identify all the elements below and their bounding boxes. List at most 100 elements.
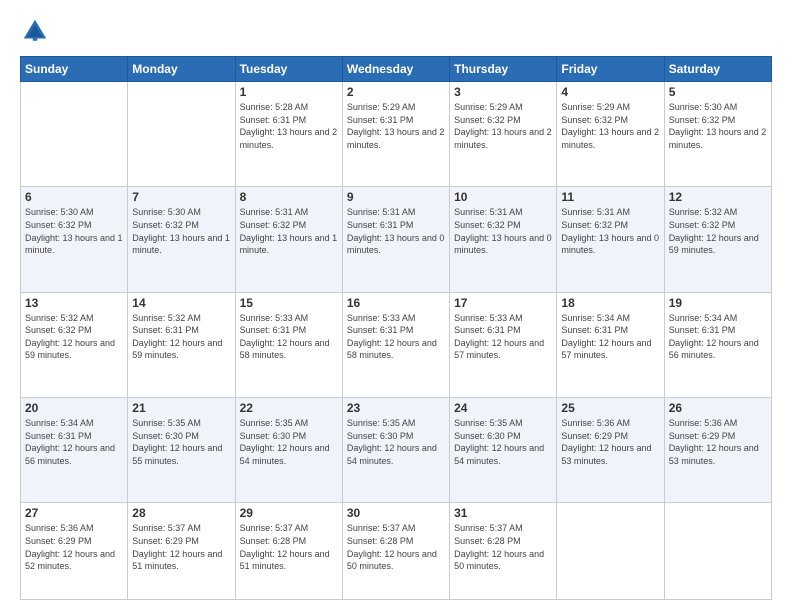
day-number: 17: [454, 296, 552, 310]
logo-icon: [20, 16, 50, 46]
day-info: Sunrise: 5:37 AMSunset: 6:28 PMDaylight:…: [454, 522, 552, 572]
day-info: Sunrise: 5:29 AMSunset: 6:32 PMDaylight:…: [454, 101, 552, 151]
day-number: 31: [454, 506, 552, 520]
day-info: Sunrise: 5:36 AMSunset: 6:29 PMDaylight:…: [25, 522, 123, 572]
day-info: Sunrise: 5:34 AMSunset: 6:31 PMDaylight:…: [25, 417, 123, 467]
calendar-cell: 4Sunrise: 5:29 AMSunset: 6:32 PMDaylight…: [557, 82, 664, 187]
day-number: 18: [561, 296, 659, 310]
day-info: Sunrise: 5:29 AMSunset: 6:31 PMDaylight:…: [347, 101, 445, 151]
calendar-cell: 21 Sunrise: 5:35 AMSunset: 6:30 PMDayligh…: [128, 398, 235, 503]
weekday-header-friday: Friday: [557, 57, 664, 82]
day-info: Sunrise: 5:35 AMSunset: 6:30 PMDaylight:…: [454, 417, 552, 467]
week-row-0: 1Sunrise: 5:28 AMSunset: 6:31 PMDaylight…: [21, 82, 772, 187]
header: [20, 16, 772, 46]
calendar-cell: 8 Sunrise: 5:31 AMSunset: 6:32 PMDaylight…: [235, 187, 342, 292]
day-info: Sunrise: 5:37 AMSunset: 6:28 PMDaylight:…: [240, 522, 338, 572]
calendar-cell: 13 Sunrise: 5:32 AMSunset: 6:32 PMDayligh…: [21, 292, 128, 397]
day-number: 21: [132, 401, 230, 415]
calendar-cell: 9Sunrise: 5:31 AMSunset: 6:31 PMDaylight…: [342, 187, 449, 292]
day-number: 23: [347, 401, 445, 415]
day-number: 13: [25, 296, 123, 310]
day-number: 25: [561, 401, 659, 415]
day-info: Sunrise: 5:35 AMSunset: 6:30 PMDaylight:…: [240, 417, 338, 467]
week-row-4: 27 Sunrise: 5:36 AMSunset: 6:29 PMDayligh…: [21, 503, 772, 600]
day-number: 11: [561, 190, 659, 204]
calendar-cell: 19Sunrise: 5:34 AMSunset: 6:31 PMDayligh…: [664, 292, 771, 397]
weekday-header-saturday: Saturday: [664, 57, 771, 82]
day-info: Sunrise: 5:36 AMSunset: 6:29 PMDaylight:…: [669, 417, 767, 467]
calendar-cell: 15 Sunrise: 5:33 AMSunset: 6:31 PMDayligh…: [235, 292, 342, 397]
day-info: Sunrise: 5:35 AMSunset: 6:30 PMDaylight:…: [347, 417, 445, 467]
calendar: SundayMondayTuesdayWednesdayThursdayFrid…: [20, 56, 772, 600]
calendar-cell: 29Sunrise: 5:37 AMSunset: 6:28 PMDayligh…: [235, 503, 342, 600]
day-info: Sunrise: 5:31 AMSunset: 6:32 PMDaylight:…: [561, 206, 659, 256]
weekday-header-row: SundayMondayTuesdayWednesdayThursdayFrid…: [21, 57, 772, 82]
day-number: 8: [240, 190, 338, 204]
day-number: 7: [132, 190, 230, 204]
weekday-header-monday: Monday: [128, 57, 235, 82]
day-number: 12: [669, 190, 767, 204]
calendar-cell: [557, 503, 664, 600]
calendar-cell: 3Sunrise: 5:29 AMSunset: 6:32 PMDaylight…: [450, 82, 557, 187]
calendar-cell: 27 Sunrise: 5:36 AMSunset: 6:29 PMDayligh…: [21, 503, 128, 600]
calendar-cell: 1Sunrise: 5:28 AMSunset: 6:31 PMDaylight…: [235, 82, 342, 187]
day-number: 20: [25, 401, 123, 415]
day-number: 30: [347, 506, 445, 520]
weekday-header-sunday: Sunday: [21, 57, 128, 82]
day-info: Sunrise: 5:35 AMSunset: 6:30 PMDaylight:…: [132, 417, 230, 467]
weekday-header-thursday: Thursday: [450, 57, 557, 82]
calendar-cell: 28 Sunrise: 5:37 AMSunset: 6:29 PMDayligh…: [128, 503, 235, 600]
day-number: 9: [347, 190, 445, 204]
day-info: Sunrise: 5:32 AMSunset: 6:32 PMDaylight:…: [25, 312, 123, 362]
day-info: Sunrise: 5:29 AMSunset: 6:32 PMDaylight:…: [561, 101, 659, 151]
day-number: 5: [669, 85, 767, 99]
day-info: Sunrise: 5:34 AMSunset: 6:31 PMDaylight:…: [561, 312, 659, 362]
day-number: 19: [669, 296, 767, 310]
calendar-cell: 23 Sunrise: 5:35 AMSunset: 6:30 PMDayligh…: [342, 398, 449, 503]
calendar-cell: [664, 503, 771, 600]
weekday-header-tuesday: Tuesday: [235, 57, 342, 82]
week-row-3: 20 Sunrise: 5:34 AMSunset: 6:31 PMDayligh…: [21, 398, 772, 503]
day-number: 10: [454, 190, 552, 204]
logo: [20, 16, 54, 46]
day-info: Sunrise: 5:31 AMSunset: 6:32 PMDaylight:…: [240, 206, 338, 256]
page: SundayMondayTuesdayWednesdayThursdayFrid…: [0, 0, 792, 612]
day-number: 15: [240, 296, 338, 310]
calendar-cell: [21, 82, 128, 187]
calendar-cell: 18 Sunrise: 5:34 AMSunset: 6:31 PMDayligh…: [557, 292, 664, 397]
week-row-2: 13 Sunrise: 5:32 AMSunset: 6:32 PMDayligh…: [21, 292, 772, 397]
day-info: Sunrise: 5:33 AMSunset: 6:31 PMDaylight:…: [240, 312, 338, 362]
calendar-cell: 6 Sunrise: 5:30 AMSunset: 6:32 PMDaylight…: [21, 187, 128, 292]
day-number: 22: [240, 401, 338, 415]
day-info: Sunrise: 5:30 AMSunset: 6:32 PMDaylight:…: [132, 206, 230, 256]
day-number: 27: [25, 506, 123, 520]
calendar-cell: 14Sunrise: 5:32 AMSunset: 6:31 PMDayligh…: [128, 292, 235, 397]
calendar-cell: 16Sunrise: 5:33 AMSunset: 6:31 PMDayligh…: [342, 292, 449, 397]
day-info: Sunrise: 5:32 AMSunset: 6:32 PMDaylight:…: [669, 206, 767, 256]
calendar-cell: 2 Sunrise: 5:29 AMSunset: 6:31 PMDaylight…: [342, 82, 449, 187]
day-number: 16: [347, 296, 445, 310]
calendar-cell: 11 Sunrise: 5:31 AMSunset: 6:32 PMDayligh…: [557, 187, 664, 292]
calendar-cell: 7 Sunrise: 5:30 AMSunset: 6:32 PMDaylight…: [128, 187, 235, 292]
calendar-cell: 25Sunrise: 5:36 AMSunset: 6:29 PMDayligh…: [557, 398, 664, 503]
day-number: 14: [132, 296, 230, 310]
day-info: Sunrise: 5:28 AMSunset: 6:31 PMDaylight:…: [240, 101, 338, 151]
day-number: 6: [25, 190, 123, 204]
calendar-cell: [128, 82, 235, 187]
calendar-cell: 17Sunrise: 5:33 AMSunset: 6:31 PMDayligh…: [450, 292, 557, 397]
calendar-cell: 26Sunrise: 5:36 AMSunset: 6:29 PMDayligh…: [664, 398, 771, 503]
day-info: Sunrise: 5:37 AMSunset: 6:28 PMDaylight:…: [347, 522, 445, 572]
day-number: 24: [454, 401, 552, 415]
day-number: 2: [347, 85, 445, 99]
day-info: Sunrise: 5:31 AMSunset: 6:32 PMDaylight:…: [454, 206, 552, 256]
weekday-header-wednesday: Wednesday: [342, 57, 449, 82]
day-number: 28: [132, 506, 230, 520]
day-info: Sunrise: 5:37 AMSunset: 6:29 PMDaylight:…: [132, 522, 230, 572]
day-info: Sunrise: 5:30 AMSunset: 6:32 PMDaylight:…: [25, 206, 123, 256]
calendar-cell: 30 Sunrise: 5:37 AMSunset: 6:28 PMDayligh…: [342, 503, 449, 600]
calendar-cell: 10 Sunrise: 5:31 AMSunset: 6:32 PMDayligh…: [450, 187, 557, 292]
calendar-cell: 12 Sunrise: 5:32 AMSunset: 6:32 PMDayligh…: [664, 187, 771, 292]
calendar-cell: 5 Sunrise: 5:30 AMSunset: 6:32 PMDaylight…: [664, 82, 771, 187]
day-info: Sunrise: 5:30 AMSunset: 6:32 PMDaylight:…: [669, 101, 767, 151]
calendar-cell: 24 Sunrise: 5:35 AMSunset: 6:30 PMDayligh…: [450, 398, 557, 503]
